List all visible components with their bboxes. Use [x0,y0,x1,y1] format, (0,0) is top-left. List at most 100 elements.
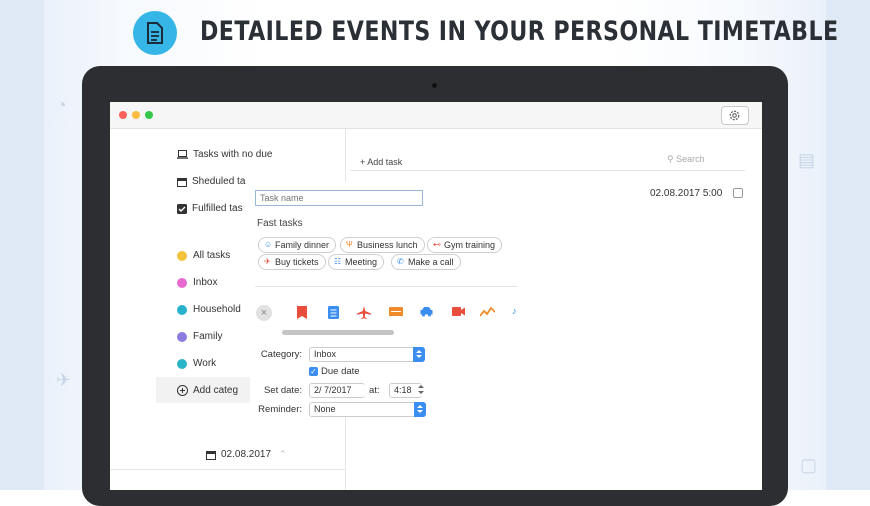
sidebar-category-household[interactable]: Household [177,304,241,322]
car-icon[interactable] [420,306,433,317]
people-icon: ☺ [264,240,273,249]
chip-label: Make a call [408,257,454,267]
document-badge-icon [133,11,177,55]
chip-label: Buy tickets [275,257,319,267]
left-panel-backdrop [0,0,44,490]
decor-clock-icon: ◔ [56,95,67,115]
sidebar-category-work[interactable]: Work [177,358,216,376]
due-date-checkbox[interactable]: ✓ [309,367,318,376]
gear-icon [729,110,740,121]
main-divider [350,170,745,171]
chip-label: Meeting [345,257,378,267]
add-category-button[interactable]: Add categ [177,385,238,403]
inbox-icon [177,277,187,288]
task-date: 02.08.2017 5:00 [650,188,723,199]
footer-date-picker[interactable]: 02.08.2017 ⌃ [206,449,286,467]
footer-date: 02.08.2017 [221,449,272,460]
sidebar-item-no-due[interactable]: Tasks with no due [177,149,273,167]
chart-icon[interactable] [480,306,495,317]
more-icon[interactable]: ♪ [512,306,517,317]
checkbox-icon [177,203,187,214]
right-panel-backdrop [826,0,870,490]
fast-task-make-a-call[interactable]: ✆ Make a call [391,254,461,270]
all-tasks-icon [177,250,187,261]
close-button[interactable] [119,111,127,119]
fast-task-family-dinner[interactable]: ☺ Family dinner [258,237,337,253]
family-icon [177,331,187,342]
sidebar-category-all-tasks[interactable]: All tasks [177,250,230,268]
group-icon: ☷ [334,257,342,266]
document-icon[interactable] [328,306,339,319]
icon-scrollbar[interactable] [282,330,394,335]
decor-plane-icon: ✈ [56,370,72,390]
app-window: Tasks with no due Sheduled ta Fulfilled … [110,102,762,490]
sidebar-category-inbox[interactable]: Inbox [177,277,217,295]
popover-divider [255,286,517,287]
fast-task-gym-training[interactable]: ⊷ Gym training [427,237,503,253]
decor-doc-icon: ▤ [798,150,816,170]
clear-icon-button[interactable]: × [256,305,272,321]
due-date-label: Due date [321,366,360,377]
ticket-icon[interactable] [389,306,403,317]
fork-icon: Ψ [346,240,353,249]
search-icon: ⚲ [667,154,674,164]
date-field[interactable]: 2/ 7/2017 [309,383,365,398]
settings-button[interactable] [721,106,749,125]
time-stepper[interactable] [418,383,424,396]
plane-icon: ✈ [264,257,271,266]
fast-tasks-title: Fast tasks [257,218,303,229]
reminder-label: Reminder: [258,404,302,415]
date-value: 2/ 7/2017 [314,385,352,395]
chip-label: Gym training [444,240,496,250]
work-icon [177,358,187,369]
sidebar-item-scheduled[interactable]: Sheduled ta [177,176,245,194]
search-placeholder: Search [676,154,705,164]
video-icon[interactable] [452,306,465,317]
calendar-icon [206,450,216,460]
add-category-label: Add categ [193,385,239,396]
phone-icon: ✆ [397,257,404,266]
chip-label: Family dinner [275,240,330,250]
at-label: at: [369,385,380,396]
sidebar-item-label: Tasks with no due [193,149,273,160]
category-label: Household [193,304,241,315]
category-value: Inbox [314,349,337,359]
bookmark-icon[interactable] [296,306,308,319]
zoom-button[interactable] [145,111,153,119]
fast-task-meeting[interactable]: ☷ Meeting [328,254,385,270]
category-select[interactable]: Inbox [309,347,425,362]
plane-icon[interactable] [357,306,371,319]
household-icon [177,304,187,315]
select-arrows-icon [414,402,426,417]
sidebar-divider [110,469,345,470]
reminder-select[interactable]: None [309,402,426,417]
minimize-button[interactable] [132,111,140,119]
select-arrows-icon [413,347,425,362]
reminder-value: None [314,404,336,414]
task-name-input[interactable] [255,190,423,206]
camera [432,83,437,88]
sidebar-item-label: Sheduled ta [192,176,246,187]
title-bar [110,102,762,129]
set-date-label: Set date: [263,385,302,396]
time-value: 4:18 [394,385,412,395]
sidebar-item-label: Fulfilled tas [192,203,243,214]
decor-box-icon: ▢ [800,455,818,475]
category-label: All tasks [193,250,231,261]
chevron-up-icon: ⌃ [278,449,287,460]
fast-task-buy-tickets[interactable]: ✈ Buy tickets [258,254,326,270]
laptop-icon [177,150,188,159]
add-task-button[interactable]: + Add task [360,157,402,167]
plus-circle-icon [177,385,188,396]
task-checkbox[interactable] [733,188,743,198]
search-field[interactable]: ⚲ Search [667,154,705,165]
category-label: Work [193,358,217,369]
sidebar-item-fulfilled[interactable]: Fulfilled tas [177,203,243,221]
dumbbell-icon: ⊷ [433,240,441,249]
sidebar-category-family[interactable]: Family [177,331,222,349]
headline: DETAILED EVENTS IN YOUR PERSONAL TIMETAB… [200,16,839,47]
category-label: Category: [260,349,302,360]
category-label: Family [193,331,223,342]
chip-label: Business lunch [357,240,418,250]
fast-task-business-lunch[interactable]: Ψ Business lunch [340,237,425,253]
